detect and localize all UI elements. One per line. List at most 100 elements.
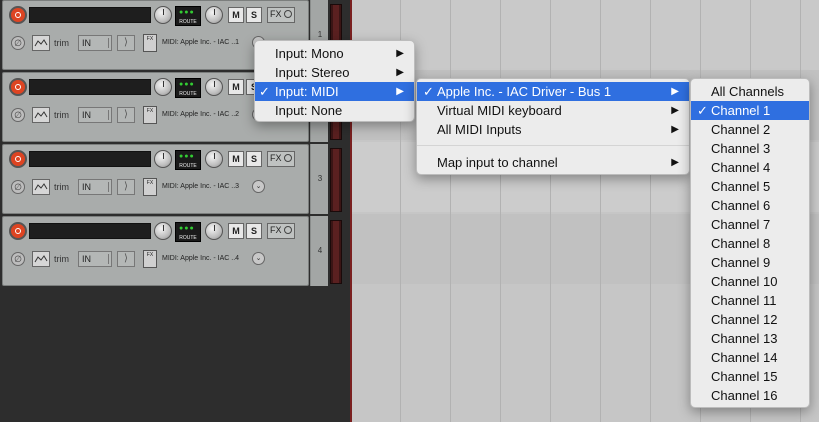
channel-menu-item[interactable]: Channel 6 [691,196,809,215]
channel-menu-item[interactable]: Channel 4 [691,158,809,177]
route-indicator-icon: ●●● [179,225,195,232]
fx-button[interactable]: FX [267,223,295,239]
pan-knob[interactable] [205,6,223,24]
track-name-field[interactable] [29,7,151,23]
channel-menu-item[interactable]: Channel 2 [691,120,809,139]
track-number-column[interactable]: 4 ▰ [310,216,629,286]
input-fx-button[interactable]: FX [143,34,157,52]
midi-device-menu-item[interactable]: All MIDI Inputs ▶ [417,120,689,139]
input-fx-button[interactable]: FX [143,106,157,124]
channel-menu-item[interactable]: Channel 16 [691,386,809,405]
menu-item-label: Input: None [275,103,343,118]
channel-menu-item[interactable]: Channel 12 [691,310,809,329]
pan-knob[interactable] [205,150,223,168]
phase-invert-icon[interactable]: ∅ [11,36,25,50]
record-monitor-icon[interactable]: ⟩ [117,107,135,123]
route-button[interactable]: ●●● ROUTE [175,78,201,98]
track-panel[interactable]: ●●● ROUTE M S FX ∅ trim IN ⟩ FX MIDI: Ap… [2,216,309,286]
route-button[interactable]: ●●● ROUTE [175,150,201,170]
chevron-down-icon[interactable]: ⌄ [252,252,265,265]
channel-menu-item[interactable]: Channel 9 [691,253,809,272]
solo-button[interactable]: S [246,7,262,23]
phase-invert-icon[interactable]: ∅ [11,252,25,266]
fx-button[interactable]: FX [267,151,295,167]
record-arm-button[interactable] [9,6,27,24]
phase-invert-icon[interactable]: ∅ [11,180,25,194]
record-input-label[interactable]: MIDI: Apple Inc. - IAC ..2 [162,111,239,118]
channel-menu-item[interactable]: Channel 14 [691,348,809,367]
mute-button[interactable]: M [228,223,244,239]
map-input-to-channel-item[interactable]: Map input to channel ▶ [417,153,689,172]
track[interactable]: ●●● ROUTE M S FX ∅ trim IN ⟩ FX MIDI: Ap… [0,144,629,214]
input-menu: Input: Mono ▶ Input: Stereo ▶ ✓ Input: MIDI ▶ I… [254,40,415,122]
mute-button[interactable]: M [228,7,244,23]
record-monitor-icon[interactable]: ⟩ [117,179,135,195]
record-input-label[interactable]: MIDI: Apple Inc. - IAC ..4 [162,255,239,262]
mute-button[interactable]: M [228,79,244,95]
input-fx-label: FX [146,180,154,186]
track-panel[interactable]: ●●● ROUTE M S FX ∅ trim IN ⟩ FX MIDI: Ap… [2,144,309,214]
fx-bypass-power-icon[interactable] [284,10,292,18]
pan-knob[interactable] [205,78,223,96]
record-input-label[interactable]: MIDI: Apple Inc. - IAC ..1 [162,39,239,46]
pan-knob[interactable] [205,222,223,240]
solo-button[interactable]: S [246,223,262,239]
input-monitor-button[interactable]: IN [78,35,112,51]
channel-menu-item[interactable]: Channel 11 [691,291,809,310]
automation-mode-label[interactable]: trim [54,110,69,120]
envelope-icon[interactable] [32,107,50,123]
track-name-field[interactable] [29,223,151,239]
channel-menu-item[interactable]: Channel 13 [691,329,809,348]
volume-knob[interactable] [154,150,172,168]
envelope-icon[interactable] [32,251,50,267]
route-button[interactable]: ●●● ROUTE [175,222,201,242]
input-monitor-button[interactable]: IN [78,107,112,123]
route-button[interactable]: ●●● ROUTE [175,6,201,26]
automation-mode-label[interactable]: trim [54,38,69,48]
volume-knob[interactable] [154,222,172,240]
fx-bypass-power-icon[interactable] [284,226,292,234]
fx-button[interactable]: FX [267,7,295,23]
channel-menu-item[interactable]: Channel 8 [691,234,809,253]
input-monitor-button[interactable]: IN [78,179,112,195]
track-number-column[interactable]: 3 ▰ [310,144,629,214]
chevron-down-icon[interactable]: ⌄ [252,180,265,193]
record-monitor-icon[interactable]: ⟩ [117,251,135,267]
solo-button[interactable]: S [246,151,262,167]
envelope-icon[interactable] [32,179,50,195]
channel-menu-item[interactable]: All Channels [691,82,809,101]
record-input-label[interactable]: MIDI: Apple Inc. - IAC ..3 [162,183,239,190]
track-name-field[interactable] [29,151,151,167]
track-name-field[interactable] [29,79,151,95]
input-menu-item[interactable]: Input: Mono ▶ [255,44,414,63]
record-arm-button[interactable] [9,150,27,168]
record-arm-button[interactable] [9,78,27,96]
track[interactable]: ●●● ROUTE M S FX ∅ trim IN ⟩ FX MIDI: Ap… [0,216,629,286]
mute-button[interactable]: M [228,151,244,167]
input-menu-item[interactable]: Input: None [255,101,414,120]
input-monitor-button[interactable]: IN [78,251,112,267]
channel-menu-item[interactable]: ✓ Channel 1 [691,101,809,120]
midi-device-menu-item[interactable]: Virtual MIDI keyboard ▶ [417,101,689,120]
channel-menu-item[interactable]: Channel 15 [691,367,809,386]
channel-menu-item[interactable]: Channel 7 [691,215,809,234]
menu-item-label: Map input to channel [437,155,558,170]
record-monitor-icon[interactable]: ⟩ [117,35,135,51]
automation-mode-label[interactable]: trim [54,182,69,192]
channel-menu-item[interactable]: Channel 5 [691,177,809,196]
input-menu-item[interactable]: ✓ Input: MIDI ▶ [255,82,414,101]
fx-bypass-power-icon[interactable] [284,154,292,162]
volume-knob[interactable] [154,78,172,96]
track-lane[interactable] [352,0,819,70]
input-fx-button[interactable]: FX [143,178,157,196]
automation-mode-label[interactable]: trim [54,254,69,264]
channel-menu-item[interactable]: Channel 3 [691,139,809,158]
volume-knob[interactable] [154,6,172,24]
envelope-icon[interactable] [32,35,50,51]
phase-invert-icon[interactable]: ∅ [11,108,25,122]
channel-menu-item[interactable]: Channel 10 [691,272,809,291]
record-arm-button[interactable] [9,222,27,240]
input-menu-item[interactable]: Input: Stereo ▶ [255,63,414,82]
midi-device-menu-item[interactable]: ✓ Apple Inc. - IAC Driver - Bus 1 ▶ [417,82,689,101]
input-fx-button[interactable]: FX [143,250,157,268]
